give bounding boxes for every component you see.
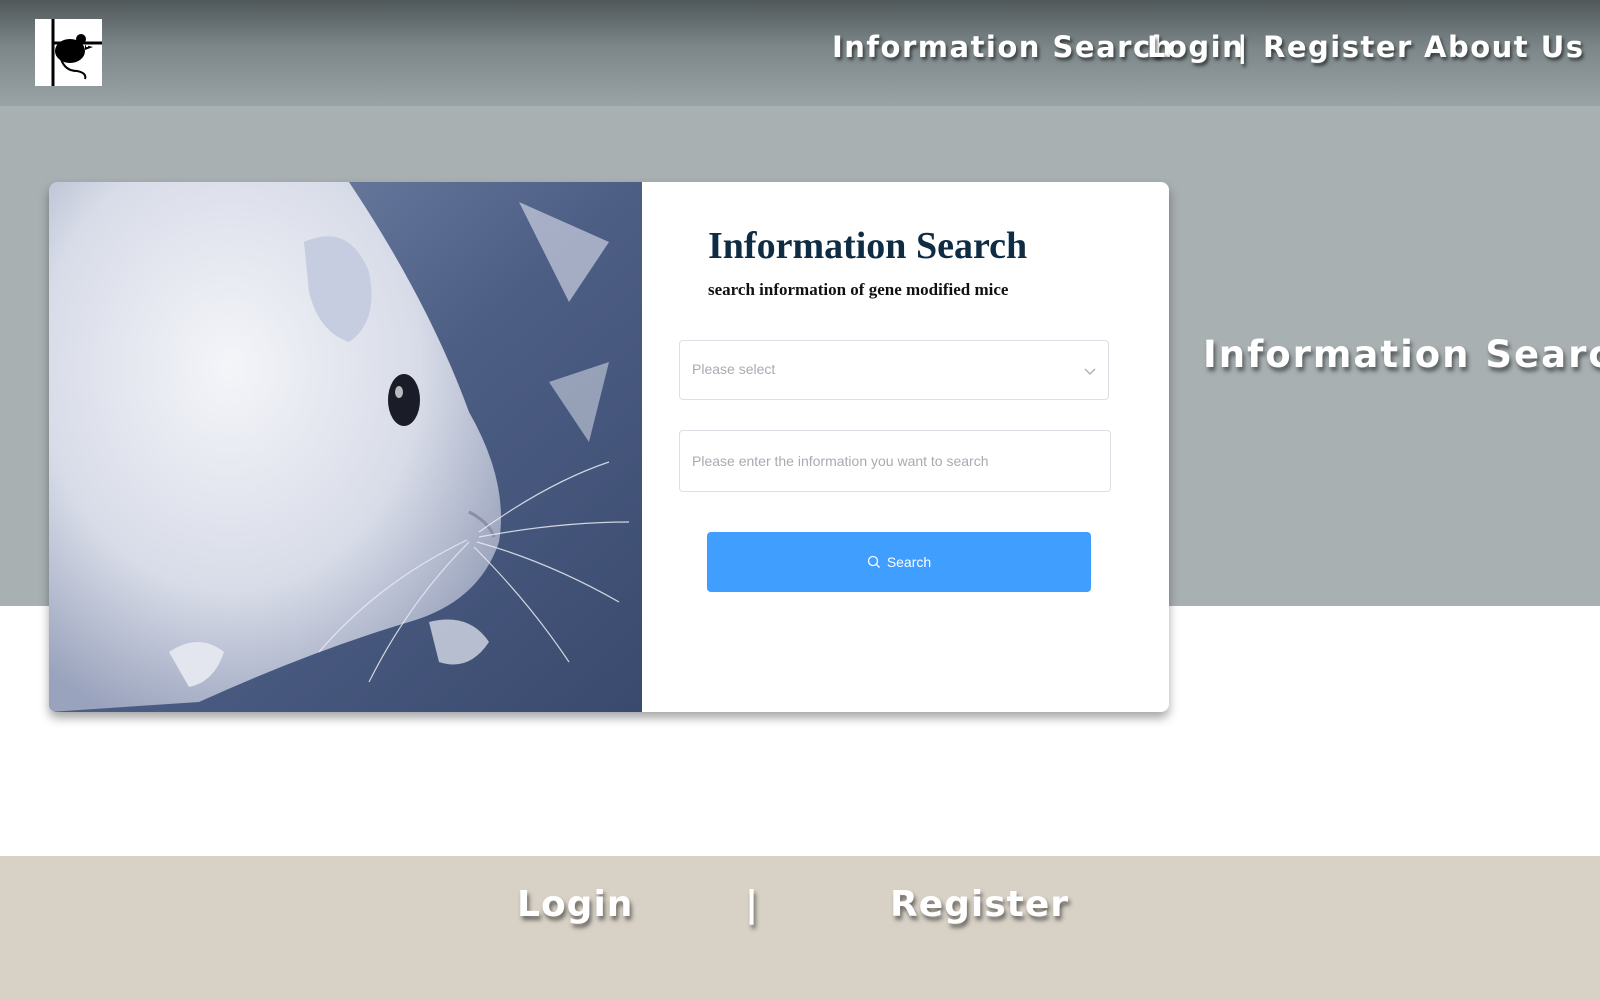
mouse-photo-illustration [49,182,642,712]
search-button-label: Search [886,554,932,570]
card-subtitle: search information of gene modified mice [708,280,1009,299]
select-placeholder: Please select [692,361,776,377]
chevron-down-icon [1084,368,1096,375]
card-title: Information Search [708,225,1028,267]
hero-side-title: Information Search [1203,333,1600,376]
footer-separator: | [745,884,759,925]
search-card: Information Search search information of… [49,182,1169,712]
mouse-logo-graphic [35,19,102,86]
mouse-logo-icon[interactable] [35,19,102,86]
top-navbar: Information Search Login | Register Abou… [0,0,1600,106]
nav-register[interactable]: Register [1263,30,1413,64]
white-mouse-photo [49,182,642,712]
footer-register[interactable]: Register [890,884,1069,925]
nav-information-search[interactable]: Information Search [832,30,1174,64]
nav-about-us[interactable]: About Us [1424,30,1585,64]
nav-login[interactable]: Login [1147,30,1244,64]
category-select[interactable]: Please select [679,340,1109,400]
footer: Login | Register [0,856,1600,1000]
nav-separator: | [1237,30,1248,64]
search-input[interactable] [679,430,1111,492]
footer-login[interactable]: Login [517,884,633,925]
search-icon [867,555,880,568]
search-button[interactable]: Search [707,532,1091,592]
